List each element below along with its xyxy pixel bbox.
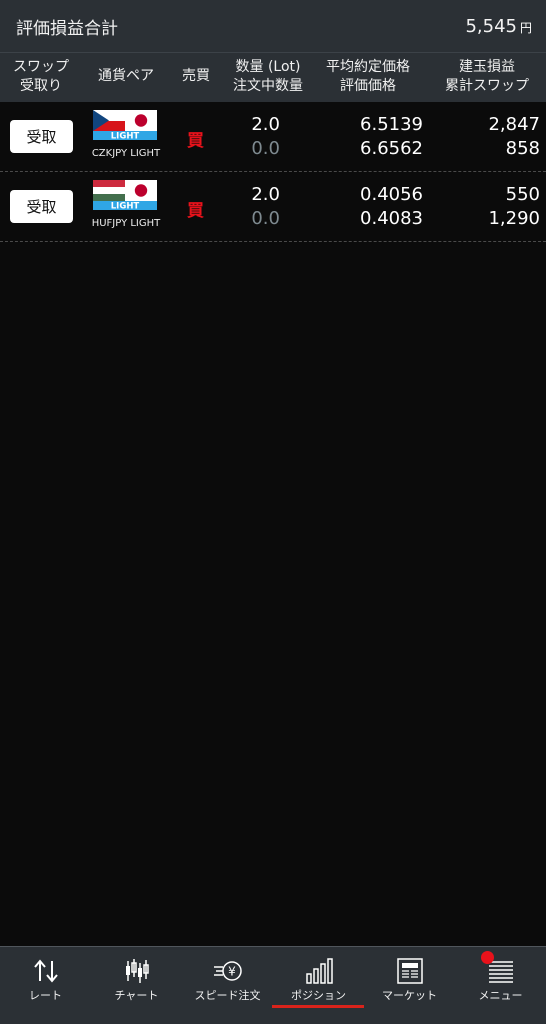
header-quantity: 数量 (Lot) 注文中数量 <box>222 58 314 96</box>
header-qty-line1: 数量 (Lot) <box>235 59 301 75</box>
header-price-line2: 評価価格 <box>340 78 396 94</box>
header-swap-line1: スワップ <box>13 59 69 75</box>
tab-menu[interactable]: メニュー <box>455 947 546 1024</box>
tab-position-label: ポジション <box>291 989 346 1002</box>
receive-swap-button[interactable]: 受取 <box>10 120 73 153</box>
tab-chart-label: チャート <box>114 989 159 1002</box>
summary-total: 5,545 円 <box>465 16 532 37</box>
tab-position[interactable]: ポジション <box>273 947 364 1024</box>
header-qty-line2: 注文中数量 <box>233 78 303 94</box>
header-swap-line2: 受取り <box>20 78 62 94</box>
header-price: 平均約定価格 評価価格 <box>318 58 418 96</box>
tab-rate[interactable]: レート <box>0 947 91 1024</box>
tab-market[interactable]: マーケット <box>364 947 455 1024</box>
side-buy: 買 <box>187 201 204 221</box>
summary-unit: 円 <box>519 20 532 35</box>
bar-chart-icon <box>305 958 333 984</box>
pair-name: CZKJPY LIGHT <box>91 148 161 159</box>
header-side: 売買 <box>182 68 210 84</box>
notification-badge <box>481 951 494 964</box>
bottom-tab-bar: レート チャート ¥ スピード注文 ポジション マーケット メニュー <box>0 946 546 1024</box>
svg-text:¥: ¥ <box>228 965 236 979</box>
evaluation-price: 0.4083 <box>360 208 423 229</box>
pair-name: HUFJPY LIGHT <box>91 218 161 229</box>
position-row[interactable]: 受取 LIGHT HUFJPY LIGHT 買 2.0 0.0 0.4056 0… <box>0 172 546 242</box>
summary-bar: 評価損益合計 5,545 円 <box>0 0 546 52</box>
rate-arrows-icon <box>33 959 58 983</box>
active-tab-indicator <box>272 1005 364 1008</box>
candlestick-icon <box>125 959 149 983</box>
side-buy: 買 <box>187 131 204 151</box>
accumulated-swap: 1,290 <box>488 208 540 229</box>
tab-menu-label: メニュー <box>478 989 523 1002</box>
tab-market-label: マーケット <box>382 989 437 1002</box>
header-pl-line2: 累計スワップ <box>445 78 529 94</box>
average-price: 6.5139 <box>360 114 423 135</box>
header-swap-receive: スワップ 受取り <box>6 58 76 96</box>
accumulated-swap: 858 <box>505 138 540 159</box>
tab-rate-label: レート <box>29 989 62 1002</box>
average-price: 0.4056 <box>360 184 423 205</box>
position-pl: 550 <box>505 184 540 205</box>
evaluation-price: 6.6562 <box>360 138 423 159</box>
position-row[interactable]: 受取 LIGHT CZKJPY LIGHT 買 2.0 0.0 6.5139 6… <box>0 102 546 172</box>
czk-jpy-flag-icon: LIGHT <box>93 110 157 140</box>
quantity: 2.0 <box>251 114 280 135</box>
tab-speed-order-label: スピード注文 <box>194 989 261 1002</box>
header-pl-line1: 建玉損益 <box>459 59 515 75</box>
tab-chart[interactable]: チャート <box>91 947 182 1024</box>
summary-value: 5,545 <box>465 15 517 37</box>
speed-order-icon: ¥ <box>213 961 242 981</box>
column-header: スワップ 受取り 通貨ペア 売買 数量 (Lot) 注文中数量 平均約定価格 評… <box>0 52 546 102</box>
header-price-line1: 平均約定価格 <box>326 59 410 75</box>
header-pl: 建玉損益 累計スワップ <box>432 58 542 96</box>
position-pl: 2,847 <box>488 114 540 135</box>
receive-swap-button[interactable]: 受取 <box>10 190 73 223</box>
tab-speed-order[interactable]: ¥ スピード注文 <box>182 947 273 1024</box>
flag-label: LIGHT <box>111 202 140 211</box>
huf-jpy-flag-icon: LIGHT <box>93 180 157 210</box>
order-quantity: 0.0 <box>251 208 280 229</box>
flag-label: LIGHT <box>111 132 140 141</box>
order-quantity: 0.0 <box>251 138 280 159</box>
newspaper-icon <box>396 958 423 984</box>
quantity: 2.0 <box>251 184 280 205</box>
summary-title: 評価損益合計 <box>16 18 118 39</box>
header-pair: 通貨ペア <box>98 68 154 84</box>
